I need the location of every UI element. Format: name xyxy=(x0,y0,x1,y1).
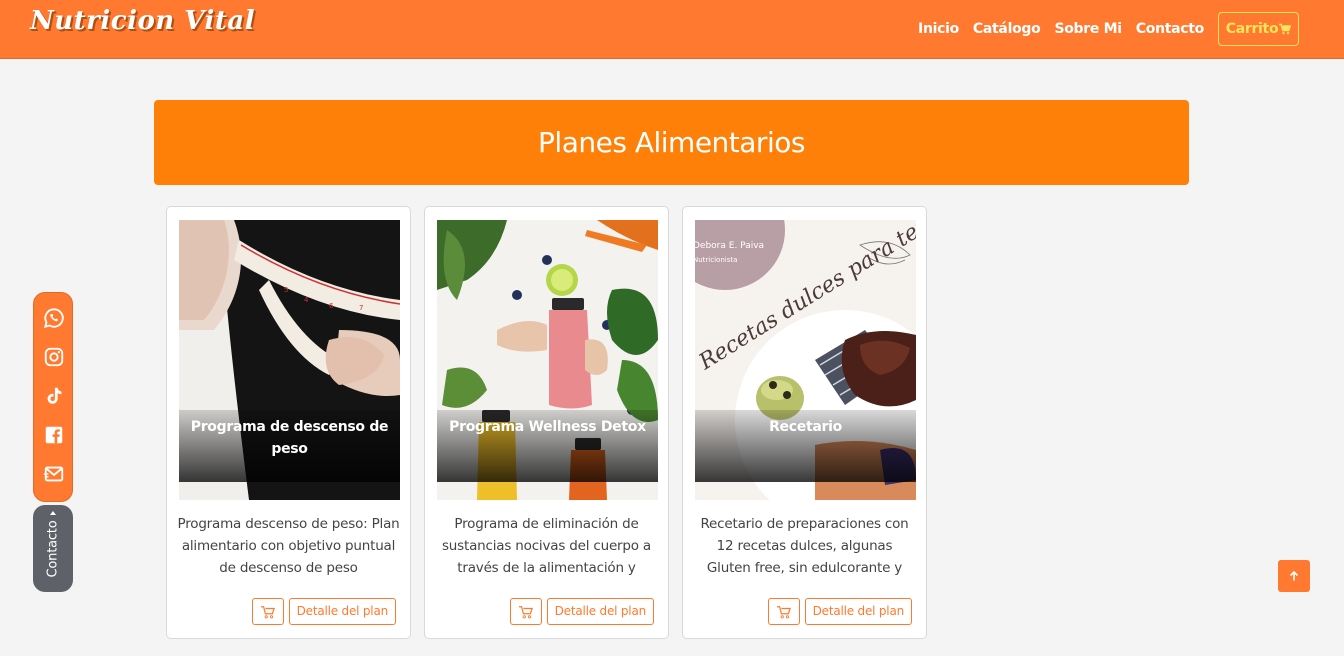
back-to-top-button[interactable] xyxy=(1278,560,1310,592)
card-actions: Detalle del plan xyxy=(509,598,654,625)
brand-logo[interactable]: Nutricion Vital xyxy=(30,6,255,36)
nav-link-catalogo[interactable]: Catálogo xyxy=(973,11,1041,47)
recetario-role: Nutricionista xyxy=(695,256,737,264)
section-banner: Planes Alimentarios xyxy=(154,100,1189,185)
plan-description: Recetario de preparaciones con 12 receta… xyxy=(700,516,909,576)
cart-icon xyxy=(260,605,275,618)
add-to-cart-button[interactable] xyxy=(767,598,800,625)
whatsapp-icon[interactable] xyxy=(43,307,65,329)
caret-up-icon xyxy=(50,511,56,515)
tiktok-icon[interactable] xyxy=(43,385,65,407)
plan-detail-button[interactable]: Detalle del plan xyxy=(804,598,912,625)
svg-text:5: 5 xyxy=(284,286,288,294)
plan-card-recetario: Debora E. Paiva Nutricionista Recetas du… xyxy=(682,206,927,639)
plan-image-recetario[interactable]: Debora E. Paiva Nutricionista Recetas du… xyxy=(695,220,916,500)
contact-tab[interactable]: Contacto xyxy=(33,505,73,592)
card-actions: Detalle del plan xyxy=(251,598,396,625)
add-to-cart-button[interactable] xyxy=(251,598,284,625)
add-to-cart-button[interactable] xyxy=(509,598,542,625)
svg-text:4: 4 xyxy=(304,296,309,304)
card-actions: Detalle del plan xyxy=(767,598,912,625)
nav-link-sobre-mi[interactable]: Sobre Mi xyxy=(1054,11,1122,47)
recetario-author: Debora E. Paiva xyxy=(695,241,764,251)
cart-label: Carrito xyxy=(1225,21,1279,37)
plan-card-detox: Programa Wellness Detox Programa de elim… xyxy=(424,206,669,639)
plan-image-detox[interactable]: Programa Wellness Detox xyxy=(437,220,658,500)
plan-detail-button[interactable]: Detalle del plan xyxy=(546,598,654,625)
svg-text:6: 6 xyxy=(329,302,334,310)
instagram-icon[interactable] xyxy=(43,346,65,368)
page-title: Planes Alimentarios xyxy=(538,126,805,159)
cart-button[interactable]: Carrito xyxy=(1218,12,1299,46)
svg-text:7: 7 xyxy=(359,304,363,312)
plan-title: Programa de descenso de peso xyxy=(190,419,389,457)
plan-title: Programa Wellness Detox xyxy=(449,419,646,435)
nav-link-inicio[interactable]: Inicio xyxy=(918,11,959,47)
nav-links: Inicio Catálogo Sobre Mi Contacto Carrit… xyxy=(918,11,1299,47)
email-icon[interactable] xyxy=(43,463,65,485)
plan-card-descenso: 5 4 6 7 Programa de descenso de peso Progra… xyxy=(166,206,411,639)
cart-icon xyxy=(518,605,533,618)
nav-link-contacto[interactable]: Contacto xyxy=(1136,11,1205,47)
plan-detail-button[interactable]: Detalle del plan xyxy=(288,598,396,625)
cart-icon xyxy=(776,605,791,618)
contact-tab-label: Contacto xyxy=(45,520,61,577)
arrow-up-icon xyxy=(1289,570,1299,581)
cart-icon xyxy=(1279,23,1292,35)
social-sidebar xyxy=(33,292,73,502)
plan-image-descenso[interactable]: 5 4 6 7 Programa de descenso de peso xyxy=(179,220,400,500)
navbar: Nutricion Vital Inicio Catálogo Sobre Mi… xyxy=(0,0,1344,59)
plan-description: Programa de eliminación de sustancias no… xyxy=(441,516,652,576)
plan-title: Recetario xyxy=(769,419,842,435)
plan-description: Programa descenso de peso: Plan alimenta… xyxy=(177,516,400,576)
facebook-icon[interactable] xyxy=(43,424,65,446)
